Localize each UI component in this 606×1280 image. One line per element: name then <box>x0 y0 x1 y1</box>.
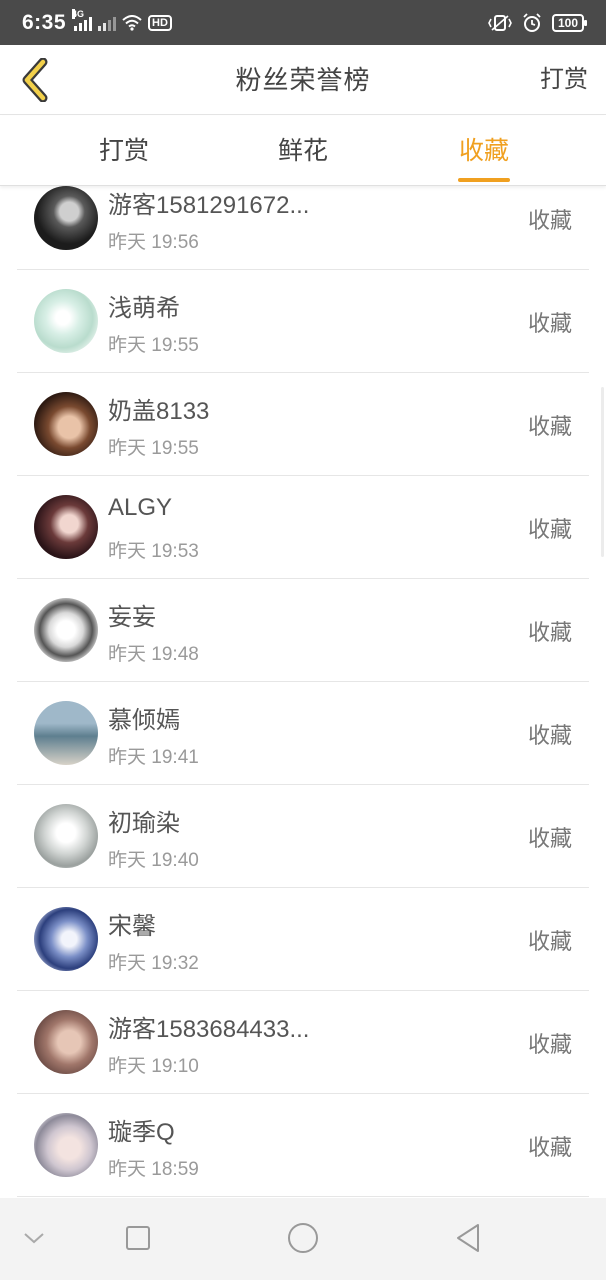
header: 粉丝荣誉榜 打赏 <box>0 45 606 115</box>
signal-4g-icon: 4G <box>72 8 93 31</box>
timestamp: 昨天 19:55 <box>108 335 199 356</box>
status-indicators: 4G HD <box>72 8 172 31</box>
action-label: 收藏 <box>527 723 572 748</box>
avatar-crown-logo[interactable] <box>34 804 98 868</box>
avatar-hands-face[interactable] <box>34 1010 98 1074</box>
battery-icon: 100 <box>551 13 588 32</box>
avatar-girl-seaside[interactable] <box>34 701 98 765</box>
timestamp: 昨天 19:56 <box>108 232 199 253</box>
tab-flowers-label: 鲜花 <box>277 137 328 165</box>
status-bar: 6:35 4G HD 100 <box>0 0 606 45</box>
nav-recents-button[interactable] <box>120 1220 156 1256</box>
timestamp: 昨天 19:53 <box>108 541 199 562</box>
nav-back-button[interactable] <box>450 1220 486 1256</box>
tab-reward[interactable]: 打赏 <box>54 116 194 186</box>
status-right: 100 <box>488 12 588 33</box>
action-label: 收藏 <box>527 517 572 542</box>
user-name: 宋馨 <box>108 913 156 940</box>
nav-home-button[interactable] <box>285 1220 321 1256</box>
action-label: 收藏 <box>527 826 572 851</box>
list-item[interactable]: 初瑜染 昨天 19:40 收藏 <box>0 785 606 888</box>
timestamp: 昨天 19:32 <box>108 953 199 974</box>
system-nav-bar <box>0 1198 606 1280</box>
list-item[interactable]: 妄妄 昨天 19:48 收藏 <box>0 579 606 682</box>
action-label: 收藏 <box>527 311 572 336</box>
vibrate-icon <box>488 14 512 31</box>
alarm-icon <box>523 12 541 32</box>
signal-no-service-icon <box>98 15 117 31</box>
tab-flowers[interactable]: 鲜花 <box>233 116 373 186</box>
action-label: 收藏 <box>527 414 572 439</box>
reward-button[interactable]: 打赏 <box>540 45 588 115</box>
user-name: 游客1581291672... <box>108 192 310 219</box>
list-item[interactable]: 奶盖8133 昨天 19:55 收藏 <box>0 373 606 476</box>
status-time: 6:35 <box>22 10 67 34</box>
avatar-anime-blue-flowers[interactable] <box>34 907 98 971</box>
wifi-icon <box>122 14 142 31</box>
list-item[interactable]: 慕倾嫣 昨天 19:41 收藏 <box>0 682 606 785</box>
timestamp: 昨天 19:41 <box>108 747 199 768</box>
action-label: 收藏 <box>527 1135 572 1160</box>
chevron-down-icon <box>24 1233 44 1244</box>
triangle-back-icon <box>457 1224 479 1252</box>
circle-icon <box>288 1223 318 1253</box>
user-name: 璇季Q <box>108 1119 175 1146</box>
user-name: 慕倾嫣 <box>108 707 180 734</box>
tab-favorites-label: 收藏 <box>458 137 509 165</box>
list-item[interactable]: ALGY 昨天 19:53 收藏 <box>0 476 606 579</box>
timestamp: 昨天 19:48 <box>108 644 199 665</box>
action-label: 收藏 <box>527 929 572 954</box>
list-item[interactable]: 游客1583684433... 昨天 19:10 收藏 <box>0 991 606 1094</box>
fan-list[interactable]: 游客1581291672... 昨天 19:56 收藏 浅萌希 昨天 19:55… <box>0 167 606 1197</box>
timestamp: 昨天 19:10 <box>108 1056 199 1077</box>
action-label: 收藏 <box>527 1032 572 1057</box>
tab-bar: 打赏 鲜花 收藏 <box>0 116 606 186</box>
user-name: 游客1583684433... <box>108 1016 310 1043</box>
hd-icon: HD <box>148 14 172 31</box>
avatar-anime-girl-mint[interactable] <box>34 289 98 353</box>
user-name: ALGY <box>108 494 173 521</box>
timestamp: 昨天 19:40 <box>108 850 199 871</box>
timestamp: 昨天 18:59 <box>108 1159 199 1180</box>
tab-reward-label: 打赏 <box>98 137 149 165</box>
action-label: 收藏 <box>527 620 572 645</box>
user-name: 奶盖8133 <box>108 398 210 425</box>
list-item[interactable]: 宋馨 昨天 19:32 收藏 <box>0 888 606 991</box>
divider <box>17 1196 589 1197</box>
user-name: 初瑜染 <box>108 810 180 837</box>
tab-favorites[interactable]: 收藏 <box>414 116 554 186</box>
avatar-girl-dark-hair[interactable] <box>34 495 98 559</box>
avatar-anime-boy[interactable] <box>34 1113 98 1177</box>
avatar-girl-portrait[interactable] <box>34 392 98 456</box>
square-icon <box>126 1226 150 1250</box>
tab-active-indicator <box>458 178 510 182</box>
nav-collapse-button[interactable] <box>16 1220 52 1256</box>
avatar-anime-monochrome[interactable] <box>34 598 98 662</box>
list-item[interactable]: 浅萌希 昨天 19:55 收藏 <box>0 270 606 373</box>
user-name: 浅萌希 <box>108 295 180 322</box>
user-name: 妄妄 <box>108 604 156 631</box>
action-label: 收藏 <box>527 208 572 233</box>
page-title: 粉丝荣誉榜 <box>235 65 371 95</box>
list-item[interactable]: 璇季Q 昨天 18:59 收藏 <box>0 1094 606 1197</box>
timestamp: 昨天 19:55 <box>108 438 199 459</box>
avatar-dark-portrait[interactable] <box>34 186 98 250</box>
